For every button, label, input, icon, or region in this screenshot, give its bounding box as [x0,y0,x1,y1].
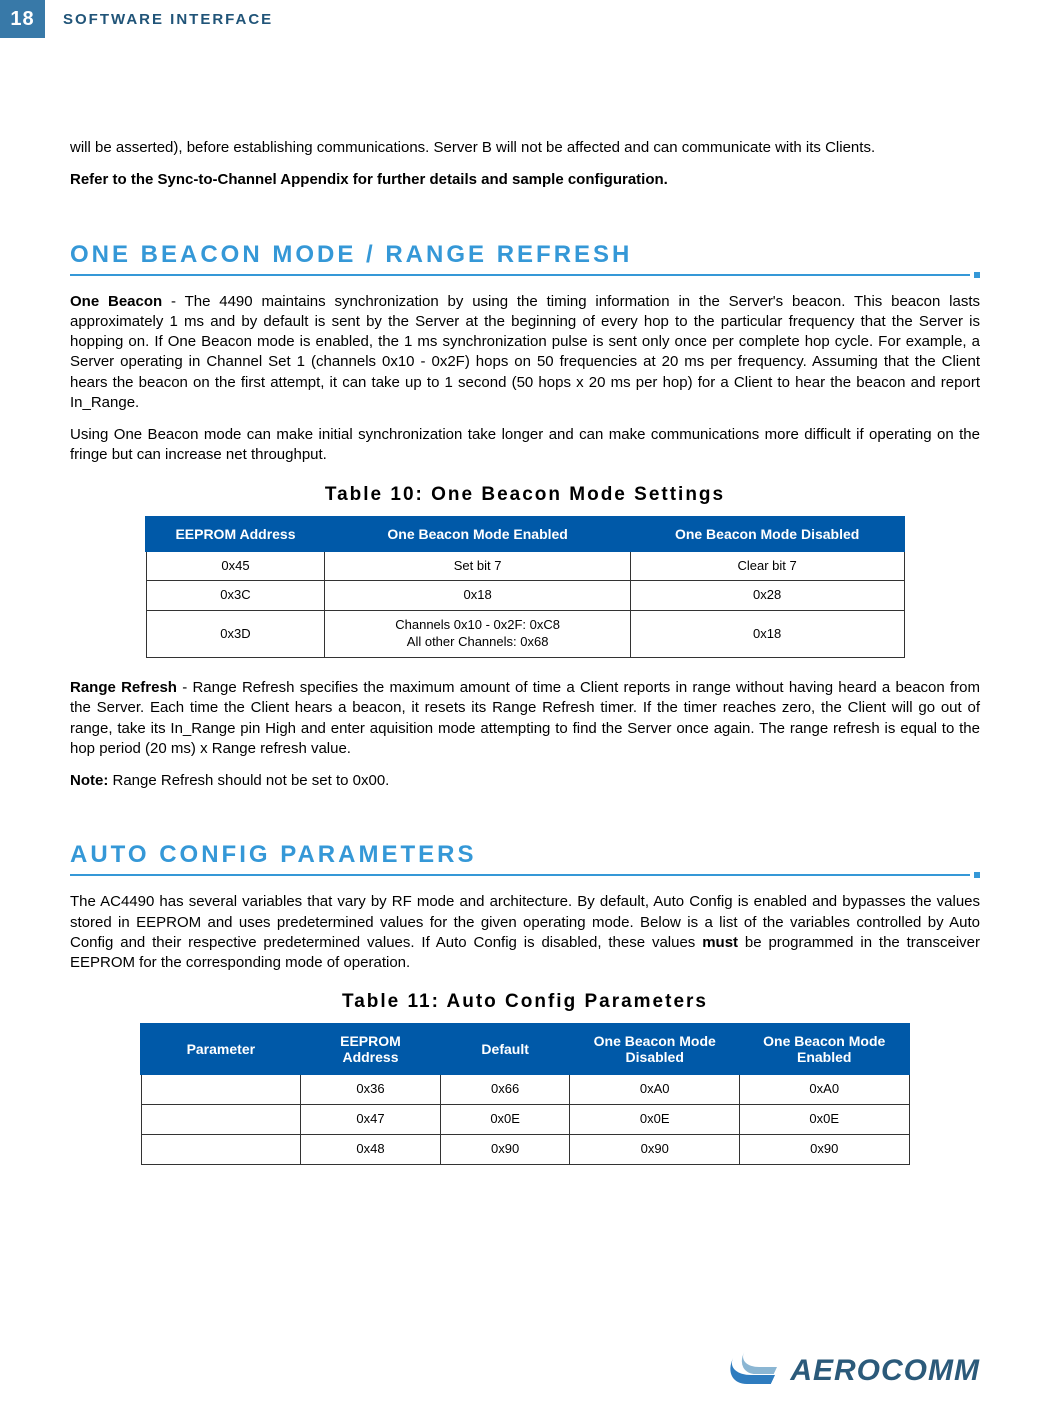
table-header-cell: EEPROM Address [301,1024,441,1074]
table-10-title: Table 10: One Beacon Mode Settings [70,484,980,506]
table-cell: 0x3D [146,611,325,658]
table-header-row: EEPROM Address One Beacon Mode Enabled O… [146,517,904,551]
table-row: 0x36 0x66 0xA0 0xA0 [141,1074,909,1104]
table-header-row: Parameter EEPROM Address Default One Bea… [141,1024,909,1074]
section-rule [70,872,980,878]
table-header-cell: One Beacon Mode Enabled [739,1024,909,1074]
table-cell: 0x90 [570,1135,740,1165]
table-row: 0x3D Channels 0x10 - 0x2F: 0xC8 All othe… [146,611,904,658]
intro-paragraph-2: Refer to the Sync-to-Channel Appendix fo… [70,170,980,190]
table-cell: 0x66 [440,1074,570,1104]
footer-logo: AEROCOMM [727,1352,980,1390]
table-cell: 0x18 [325,581,630,611]
table-cell: 0x28 [630,581,904,611]
table-cell: 0x0E [570,1105,740,1135]
table-header-cell: Default [440,1024,570,1074]
range-refresh-paragraph: Range Refresh - Range Refresh specifies … [70,678,980,759]
table-cell: 0xA0 [739,1074,909,1104]
table-cell: 0x47 [301,1105,441,1135]
note-paragraph: Note: Range Refresh should not be set to… [70,771,980,791]
table-row: 0x3C 0x18 0x28 [146,581,904,611]
section-heading-auto-config: AUTO CONFIG PARAMETERS [70,841,980,869]
section-heading-one-beacon: ONE BEACON MODE / RANGE REFRESH [70,241,980,269]
table-one-beacon-settings: EEPROM Address One Beacon Mode Enabled O… [145,516,905,659]
table-cell: 0x36 [301,1074,441,1104]
table-row: 0x47 0x0E 0x0E 0x0E [141,1105,909,1135]
table-cell: 0x90 [739,1135,909,1165]
section-rule [70,272,980,278]
table-header-cell: One Beacon Mode Enabled [325,517,630,551]
logo-text: AEROCOMM [790,1354,980,1388]
table-header-cell: Parameter [141,1024,301,1074]
table-row: 0x45 Set bit 7 Clear bit 7 [146,551,904,581]
table-11-title: Table 11: Auto Config Parameters [70,991,980,1013]
table-cell: 0x18 [630,611,904,658]
table-cell: Set bit 7 [325,551,630,581]
table-cell [141,1105,301,1135]
table-cell: 0x3C [146,581,325,611]
one-beacon-paragraph-2: Using One Beacon mode can make initial s… [70,425,980,466]
table-cell: 0x48 [301,1135,441,1165]
table-header-cell: One Beacon Mode Disabled [570,1024,740,1074]
table-header-cell: EEPROM Address [146,517,325,551]
auto-config-paragraph: The AC4490 has several variables that va… [70,892,980,973]
table-cell: 0x90 [440,1135,570,1165]
table-cell: 0x45 [146,551,325,581]
table-cell: Clear bit 7 [630,551,904,581]
intro-paragraph-1: will be asserted), before establishing c… [70,138,980,158]
table-cell: Channels 0x10 - 0x2F: 0xC8 All other Cha… [325,611,630,658]
table-cell: 0x0E [440,1105,570,1135]
header-title: SOFTWARE INTERFACE [45,0,273,38]
page-number: 18 [0,0,45,38]
page-header: 18 SOFTWARE INTERFACE [0,0,1050,38]
logo-swoosh-icon [727,1352,782,1390]
table-auto-config-parameters: Parameter EEPROM Address Default One Bea… [140,1023,910,1165]
table-cell [141,1074,301,1104]
table-header-cell: One Beacon Mode Disabled [630,517,904,551]
one-beacon-paragraph-1: One Beacon - The 4490 maintains synchron… [70,292,980,414]
table-cell [141,1135,301,1165]
table-cell: 0xA0 [570,1074,740,1104]
table-cell: 0x0E [739,1105,909,1135]
page-content: will be asserted), before establishing c… [0,38,1050,1165]
table-row: 0x48 0x90 0x90 0x90 [141,1135,909,1165]
